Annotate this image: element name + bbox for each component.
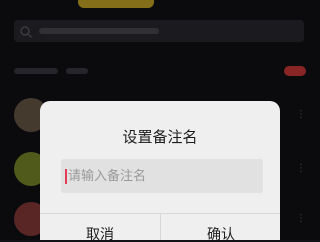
remark-name-placeholder: 请输入备注名: [68, 169, 147, 184]
remark-name-input[interactable]: 请输入备注名: [61, 159, 263, 193]
text-caret: [65, 169, 67, 184]
dialog-title: 设置备注名: [122, 128, 198, 146]
confirm-button[interactable]: 确认: [161, 214, 280, 240]
cancel-button[interactable]: 取消: [40, 214, 160, 240]
set-remark-dialog: 设置备注名 请输入备注名 取消 确认: [40, 101, 280, 240]
